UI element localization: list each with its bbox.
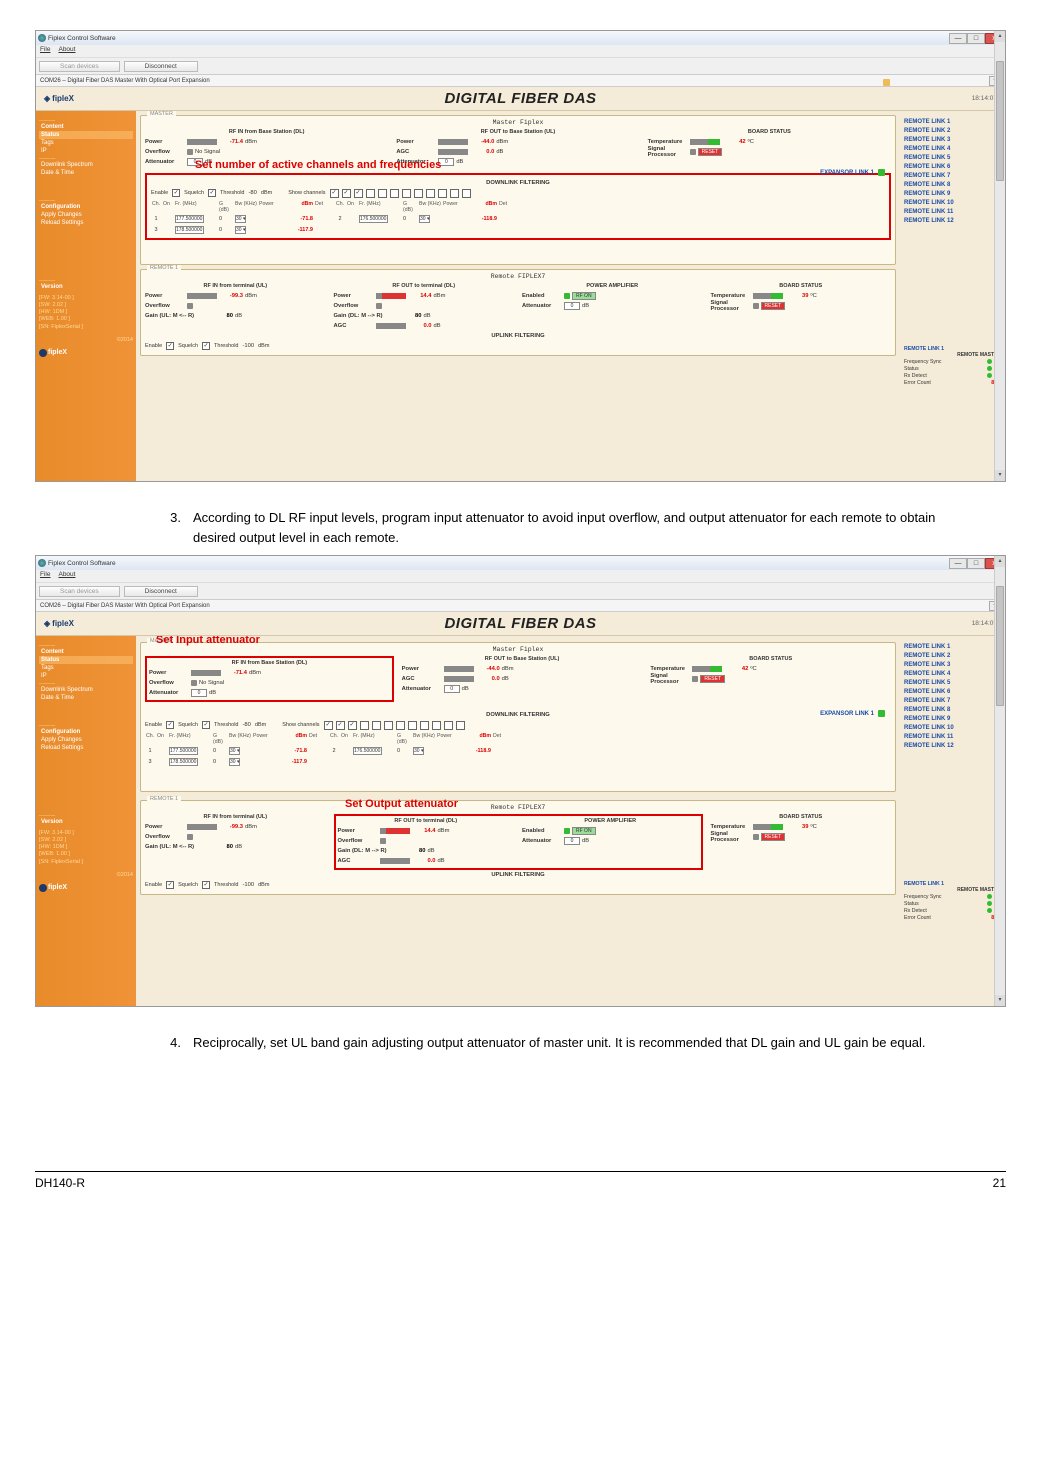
remote-link-item[interactable]: REMOTE LINK 12 <box>904 216 1001 225</box>
page-number: 21 <box>993 1176 1006 1190</box>
screenshot-1: Fiplex Control Software — □ x File About… <box>35 30 1006 482</box>
toolbar: Scan devices Disconnect <box>36 57 1005 75</box>
expansor-link[interactable]: EXPANSOR LINK 1 <box>820 167 885 178</box>
com-port-line: COM26 – Digital Fiber DAS Master With Op… <box>36 75 1005 87</box>
sidebar-content[interactable]: Content <box>39 123 133 131</box>
rf-on-button[interactable]: RF ON <box>572 292 596 300</box>
remote-link-item[interactable]: REMOTE LINK 6 <box>904 162 1001 171</box>
menu-about[interactable]: About <box>58 46 75 56</box>
vertical-scrollbar[interactable]: ▴▾ <box>994 31 1005 481</box>
scan-devices-button[interactable]: Scan devices <box>39 61 120 72</box>
window-titlebar: Fiplex Control Software — □ x <box>36 31 1005 45</box>
menubar: File About <box>36 45 1005 57</box>
sidebar-reload[interactable]: Reload Settings <box>39 219 133 227</box>
reset-button-2[interactable]: RESET <box>761 302 786 310</box>
master-panel: MASTER Master Fiplex RF IN from Base Sta… <box>140 115 896 265</box>
minimize-button[interactable]: — <box>949 558 967 569</box>
remote-link-item[interactable]: REMOTE LINK 8 <box>904 180 1001 189</box>
instruction-3: 3. According to DL RF input levels, prog… <box>35 500 1006 555</box>
remote-link-item[interactable]: REMOTE LINK 11 <box>904 207 1001 216</box>
sidebar-apply[interactable]: Apply Changes <box>39 211 133 219</box>
doc-id: DH140-R <box>35 1176 85 1190</box>
screenshot-2: Fiplex Control Software — □ x FileAbout … <box>35 555 1006 1007</box>
main-content: MASTER Master Fiplex RF IN from Base Sta… <box>136 111 900 481</box>
annotation-1: Set number of active channels and freque… <box>195 159 441 171</box>
remote-link-item[interactable]: REMOTE LINK 2 <box>904 126 1001 135</box>
channel-row: 1177.500000030 ▾-71.8 2176.500000030 ▾-1… <box>151 213 885 224</box>
master-name: Master Fiplex <box>145 118 891 129</box>
sidebar-config[interactable]: Configuration <box>39 203 133 211</box>
fiplex-logo: ◈ fipleX <box>44 94 74 103</box>
fiplex-logo-small: fipleX <box>39 349 133 357</box>
sidebar-version: Version <box>39 283 133 291</box>
disconnect-button[interactable]: Disconnect <box>124 61 198 72</box>
app-icon <box>38 34 46 42</box>
maximize-button[interactable]: □ <box>967 558 985 569</box>
page-footer: DH140-R 21 <box>0 1172 1041 1210</box>
sidebar-dlspectrum[interactable]: Downlink Spectrum <box>39 161 133 169</box>
right-panel: REMOTE LINK 1 REMOTE LINK 2 REMOTE LINK … <box>900 111 1005 481</box>
menu-file[interactable]: File <box>40 46 50 56</box>
instruction-4: 4. Reciprocally, set UL band gain adjust… <box>35 1025 1006 1061</box>
remote-link-item[interactable]: REMOTE LINK 7 <box>904 171 1001 180</box>
channel-row: 3178.500000030 ▾-117.9 <box>151 224 885 235</box>
minimize-button[interactable]: — <box>949 33 967 44</box>
squelch-cb[interactable] <box>208 189 216 197</box>
remote-link-item[interactable]: REMOTE LINK 9 <box>904 189 1001 198</box>
maximize-button[interactable]: □ <box>967 33 985 44</box>
remote-link-item[interactable]: REMOTE LINK 10 <box>904 198 1001 207</box>
annotation-2: Set Input attenuator <box>156 636 260 646</box>
sidebar: .................. Content Status Tags I… <box>36 111 136 481</box>
remote-link-item[interactable]: REMOTE LINK 1 <box>904 117 1001 126</box>
reset-button[interactable]: RESET <box>698 148 723 156</box>
remote-panel: REMOTE 1 Remote FIPLEX7 RF IN from termi… <box>140 269 896 356</box>
pa-att-input[interactable]: 0 <box>564 302 580 310</box>
remote-link-item[interactable]: REMOTE LINK 3 <box>904 135 1001 144</box>
remote-link-item[interactable]: REMOTE LINK 4 <box>904 144 1001 153</box>
threshold-input[interactable]: -80 <box>249 190 257 196</box>
sidebar-datetime[interactable]: Date & Time <box>39 169 133 177</box>
annotation-3: Set Output attenuator <box>345 798 900 810</box>
app-title: DIGITAL FIBER DAS <box>444 90 596 107</box>
enable-cb[interactable] <box>172 189 180 197</box>
sidebar-tags[interactable]: Tags <box>39 139 133 147</box>
sidebar-status[interactable]: Status <box>39 131 133 139</box>
remote-link-item[interactable]: REMOTE LINK 5 <box>904 153 1001 162</box>
channel-checkboxes[interactable] <box>330 189 471 198</box>
sidebar-ip[interactable]: IP <box>39 147 133 155</box>
